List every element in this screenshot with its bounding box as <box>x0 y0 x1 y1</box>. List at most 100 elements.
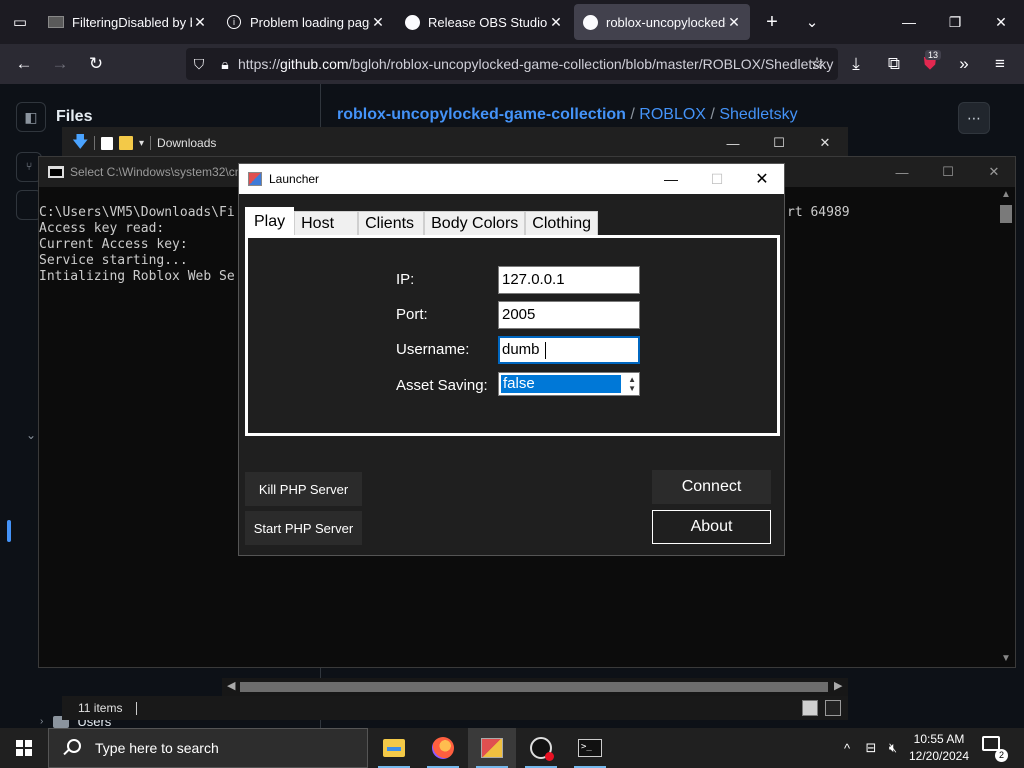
tracking-shield-icon[interactable]: ⛉ <box>186 56 212 73</box>
close-icon[interactable]: ✕ <box>548 14 564 31</box>
start-php-server-button[interactable]: Start PHP Server <box>245 511 362 545</box>
console-minimize-icon[interactable]: — <box>879 157 925 187</box>
network-icon[interactable]: ⊟ <box>860 728 882 768</box>
launcher-tabs: Play Host Clients Body Colors Clothing <box>245 207 598 235</box>
about-button[interactable]: About <box>652 510 771 544</box>
window-close-icon[interactable]: ✕ <box>978 0 1024 44</box>
breadcrumb-folder-link[interactable]: ROBLOX <box>639 106 706 123</box>
launcher-close-icon[interactable]: ✕ <box>739 164 785 194</box>
minimize-icon[interactable]: — <box>886 0 932 44</box>
breadcrumb-repo-link[interactable]: roblox-uncopylocked-game-collection <box>337 106 626 123</box>
taskbar: Type here to search >_ ^ ⊟ 🔇︎ 10:55 AM 1… <box>0 728 1024 768</box>
asset-saving-label: Asset Saving: <box>396 377 488 394</box>
username-input[interactable]: dumb <box>498 336 640 364</box>
start-button[interactable] <box>0 728 48 768</box>
tab-title: FilteringDisabled by be <box>72 14 192 30</box>
console-output-right: rt 64989 <box>787 205 850 220</box>
file-explorer-icon <box>383 739 405 757</box>
taskbar-terminal[interactable]: >_ <box>566 728 614 768</box>
url-scheme: https:// <box>238 56 281 72</box>
asset-saving-spinner[interactable]: false ▲ ▼ <box>498 372 640 396</box>
tab-roblox-uncopylocked[interactable]: roblox-uncopylocked- ✕ <box>574 4 750 40</box>
lock-icon[interactable]: 🔒︎ <box>212 56 238 73</box>
tab-host[interactable]: Host <box>294 211 359 235</box>
reload-icon[interactable]: ↻ <box>78 44 114 84</box>
console-line: Intializing Roblox Web Se <box>39 269 235 284</box>
notification-center-icon[interactable]: 2 <box>982 736 1008 762</box>
scroll-down-icon[interactable]: ▼ <box>1001 653 1011 664</box>
list-all-tabs-chevron-icon[interactable]: ⌄ <box>792 0 832 44</box>
launcher-maximize-icon: ☐ <box>710 170 724 187</box>
url-path: /bgloh/roblox-uncopylocked-game-collecti… <box>348 56 834 72</box>
spinner-down-icon[interactable]: ▼ <box>628 385 636 393</box>
more-options-icon[interactable]: ⋯ <box>958 102 990 134</box>
close-icon[interactable]: ✕ <box>370 14 386 31</box>
explorer-close-icon[interactable]: ✕ <box>802 127 848 159</box>
explorer-minimize-icon[interactable]: — <box>710 127 756 159</box>
windows-logo-icon <box>16 740 32 756</box>
tab-body-colors[interactable]: Body Colors <box>424 211 526 235</box>
clock[interactable]: 10:55 AM 12/20/2024 <box>902 731 976 765</box>
scroll-right-icon[interactable]: ▶ <box>834 679 842 692</box>
back-arrow-icon[interactable]: ← <box>6 44 42 84</box>
scroll-left-icon[interactable]: ◀ <box>227 679 235 692</box>
launcher-minimize-icon[interactable]: — <box>648 164 694 194</box>
firefox-view-icon[interactable]: ▭ <box>0 0 40 44</box>
close-icon[interactable]: ✕ <box>726 14 742 31</box>
explorer-title: Downloads <box>157 136 217 150</box>
volume-muted-icon[interactable]: 🔇︎ <box>882 728 904 768</box>
tab-release-obs[interactable]: Release OBS Studio 31. ✕ <box>396 4 572 40</box>
console-close-icon[interactable]: ✕ <box>971 157 1017 187</box>
text-caret <box>544 341 546 359</box>
scroll-up-icon[interactable]: ▲ <box>1001 189 1011 200</box>
close-icon[interactable]: ✕ <box>192 14 208 31</box>
connect-button[interactable]: Connect <box>652 470 771 504</box>
taskbar-firefox[interactable] <box>419 728 467 768</box>
restore-icon[interactable]: ❐ <box>932 0 978 44</box>
url-bar[interactable]: ⛉ 🔒︎ https://github.com/bgloh/roblox-unc… <box>186 48 838 80</box>
taskbar-launcher[interactable] <box>468 728 516 768</box>
scroll-thumb[interactable] <box>1000 205 1012 223</box>
console-scrollbar[interactable]: ▲ ▼ <box>997 187 1015 667</box>
breadcrumb-separator: / <box>705 106 720 123</box>
port-input[interactable]: 2005 <box>498 301 640 329</box>
overflow-chevrons-icon[interactable]: » <box>946 44 982 84</box>
chevron-right-icon[interactable]: › <box>40 716 43 727</box>
tab-problem-loading[interactable]: i Problem loading page ✕ <box>218 4 394 40</box>
show-hidden-icons-chevron-icon[interactable]: ^ <box>838 728 856 768</box>
tab-clients[interactable]: Clients <box>358 211 425 235</box>
explorer-hscrollbar[interactable]: ◀ ▶ <box>222 678 848 696</box>
customize-dropdown-icon[interactable]: ▾ <box>139 138 144 149</box>
hscroll-thumb[interactable] <box>240 682 828 692</box>
clock-time: 10:55 AM <box>913 732 965 746</box>
tab-play[interactable]: Play <box>245 207 295 235</box>
url-text[interactable]: https://github.com/bgloh/roblox-uncopylo… <box>238 56 838 72</box>
console-maximize-icon[interactable]: ☐ <box>925 157 971 187</box>
spinner-up-icon[interactable]: ▲ <box>628 376 636 384</box>
breadcrumb-file-link[interactable]: Shedletsky <box>719 106 797 123</box>
taskbar-file-explorer[interactable] <box>370 728 418 768</box>
bookmark-star-icon[interactable]: ☆ <box>799 44 835 84</box>
forward-arrow-icon[interactable]: → <box>42 44 78 84</box>
details-view-icon[interactable] <box>802 700 818 716</box>
tab-filteringdisabled[interactable]: FilteringDisabled by be ✕ <box>40 4 216 40</box>
sidebar-collapse-icon[interactable]: ◧ <box>16 102 46 132</box>
tab-clothing[interactable]: Clothing <box>525 211 598 235</box>
downloads-icon[interactable]: ⤓ <box>838 44 874 84</box>
properties-check-icon[interactable] <box>101 136 113 150</box>
new-folder-icon[interactable] <box>119 136 133 150</box>
explorer-status-bar: 11 items <box>62 696 848 720</box>
new-tab-plus-icon[interactable]: + <box>752 0 792 44</box>
files-heading: Files <box>56 108 93 125</box>
chevron-down-icon[interactable]: ⌄ <box>26 428 36 442</box>
extensions-puzzle-icon[interactable]: ⧉ <box>876 44 912 84</box>
ip-input[interactable]: 127.0.0.1 <box>498 266 640 294</box>
explorer-maximize-icon[interactable]: ☐ <box>756 127 802 159</box>
hamburger-menu-icon[interactable]: ≡ <box>982 44 1018 84</box>
taskbar-obs[interactable] <box>517 728 565 768</box>
tab-title: Release OBS Studio 31. <box>428 14 548 30</box>
game-thumbnail-icon <box>48 14 64 30</box>
tiles-view-icon[interactable] <box>825 700 841 716</box>
kill-php-server-button[interactable]: Kill PHP Server <box>245 472 362 506</box>
taskbar-search-box[interactable]: Type here to search <box>48 728 368 768</box>
